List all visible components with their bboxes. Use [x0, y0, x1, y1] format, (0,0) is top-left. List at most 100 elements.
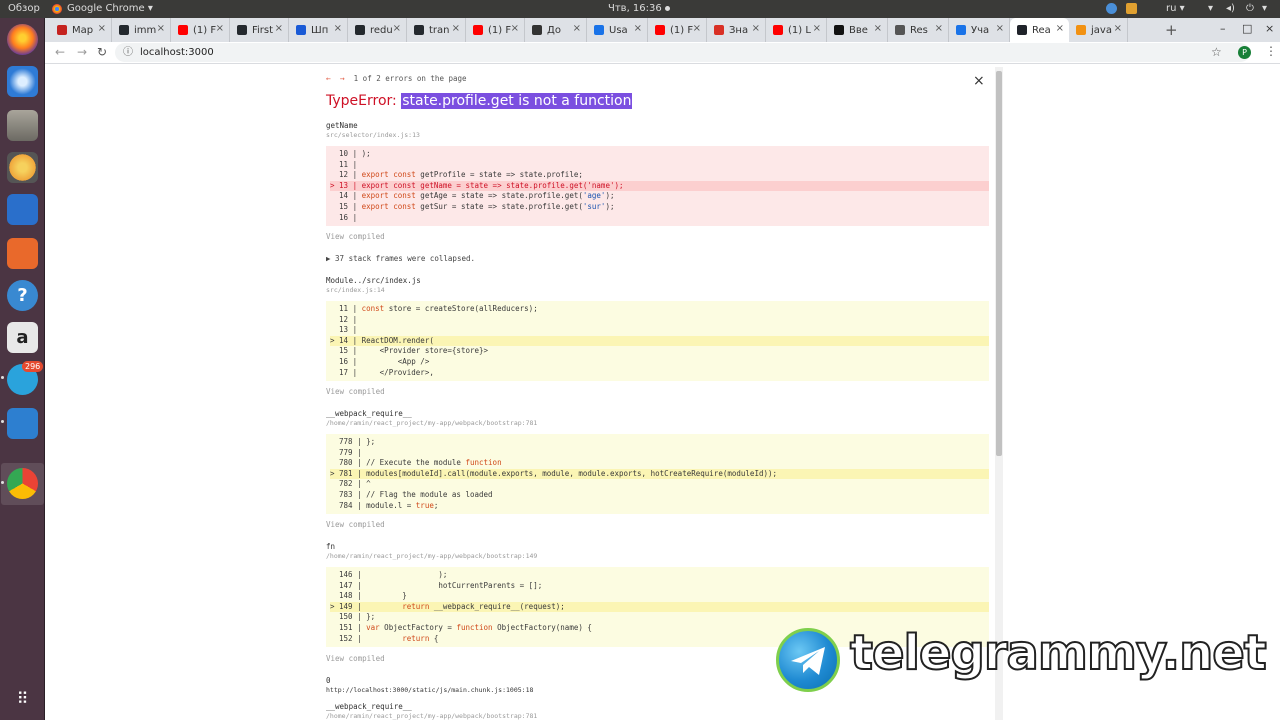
browser-tab[interactable]: Вве ×: [827, 18, 888, 42]
stack-frame-file[interactable]: src/selector/index.js:13: [326, 131, 420, 139]
stack-frame-file[interactable]: /home/ramin/react_project/my-app/webpack…: [326, 712, 537, 720]
close-tab-icon[interactable]: ×: [216, 23, 224, 34]
telegram-unread-badge: 296: [22, 361, 44, 372]
browser-tab[interactable]: Уча ×: [949, 18, 1010, 42]
close-tab-icon[interactable]: ×: [1056, 23, 1064, 34]
close-tab-icon[interactable]: ×: [752, 23, 760, 34]
tab-label: java: [1091, 24, 1112, 36]
libreoffice-writer-icon[interactable]: [7, 194, 38, 225]
code-line: 16 | <App />: [330, 356, 430, 366]
amazon-icon[interactable]: a: [7, 322, 38, 353]
close-tab-icon[interactable]: ×: [393, 23, 401, 34]
browser-tab[interactable]: Usa ×: [587, 18, 648, 42]
browser-tab[interactable]: (1) F ×: [648, 18, 707, 42]
view-compiled-link[interactable]: View compiled: [326, 232, 385, 241]
browser-tab[interactable]: java ×: [1069, 18, 1128, 42]
stack-frame-file[interactable]: http://localhost:3000/static/js/main.chu…: [326, 686, 533, 694]
chrome-menu-icon[interactable]: ⋮: [1265, 44, 1277, 58]
close-tab-icon[interactable]: ×: [573, 23, 581, 34]
code-line: 784 | module.l = true;: [330, 500, 439, 510]
new-tab-button[interactable]: +: [1165, 21, 1178, 39]
stack-frame-file[interactable]: /home/ramin/react_project/my-app/webpack…: [326, 552, 537, 560]
maximize-button[interactable]: □: [1242, 22, 1252, 35]
close-tab-icon[interactable]: ×: [634, 23, 642, 34]
browser-tab[interactable]: Зна ×: [707, 18, 766, 42]
info-icon[interactable]: ⓘ: [123, 43, 133, 62]
keyboard-layout[interactable]: ru ▾: [1166, 3, 1185, 14]
app-grid-icon[interactable]: ⠿: [7, 683, 38, 714]
network-status-icon[interactable]: [1106, 3, 1117, 14]
next-error-button[interactable]: →: [340, 74, 345, 83]
close-tab-icon[interactable]: ×: [334, 23, 342, 34]
chrome-icon[interactable]: [7, 468, 38, 499]
vscode-icon[interactable]: [7, 408, 38, 439]
close-tab-icon[interactable]: ×: [693, 23, 701, 34]
vpn-indicator-icon[interactable]: [1126, 3, 1137, 14]
software-center-icon[interactable]: [7, 238, 38, 269]
browser-tab[interactable]: tran ×: [407, 18, 466, 42]
tab-label: До: [547, 24, 561, 36]
close-tab-icon[interactable]: ×: [275, 23, 283, 34]
close-tab-icon[interactable]: ×: [935, 23, 943, 34]
tab-favicon-icon: [57, 25, 67, 35]
activities-button[interactable]: Обзор: [8, 3, 40, 14]
profile-avatar[interactable]: P: [1238, 46, 1251, 59]
close-tab-icon[interactable]: ×: [996, 23, 1004, 34]
prev-error-button[interactable]: ←: [326, 74, 331, 83]
forward-button[interactable]: →: [77, 45, 87, 59]
browser-tab[interactable]: (1) L ×: [766, 18, 827, 42]
tab-favicon-icon: [355, 25, 365, 35]
scrollbar-thumb[interactable]: [996, 71, 1002, 456]
firefox-icon[interactable]: [7, 24, 38, 55]
close-tab-icon[interactable]: ×: [813, 23, 821, 34]
app-menu[interactable]: Google Chrome ▾: [67, 3, 153, 14]
tab-label: Вве: [849, 24, 868, 36]
browser-tab[interactable]: Rea ×: [1010, 18, 1069, 42]
address-bar[interactable]: ⓘ localhost:3000: [115, 43, 1250, 62]
browser-tab[interactable]: До ×: [525, 18, 587, 42]
tab-label: Map: [72, 24, 94, 36]
keyboard-layout-label: ru: [1166, 3, 1177, 14]
thunderbird-icon[interactable]: [7, 66, 38, 97]
back-button[interactable]: ←: [55, 45, 65, 59]
bookmark-star-icon[interactable]: ☆: [1211, 45, 1222, 59]
view-compiled-link[interactable]: View compiled: [326, 654, 385, 663]
collapsed-frames-toggle[interactable]: ▶ 37 stack frames were collapsed.: [326, 254, 475, 263]
view-compiled-link[interactable]: View compiled: [326, 520, 385, 529]
system-menu-chevron-icon[interactable]: ▾: [1262, 3, 1267, 14]
power-icon[interactable]: ⏻: [1246, 3, 1254, 14]
rhythmbox-icon[interactable]: [7, 152, 38, 183]
close-tab-icon[interactable]: ×: [511, 23, 519, 34]
clock[interactable]: Чтв, 16:36: [608, 3, 670, 14]
help-icon[interactable]: ?: [7, 280, 38, 311]
close-tab-icon[interactable]: ×: [874, 23, 882, 34]
code-line: 780 | // Execute the module function: [330, 458, 502, 468]
reload-button[interactable]: ↻: [97, 45, 107, 59]
close-window-button[interactable]: ×: [1265, 22, 1274, 35]
wifi-icon[interactable]: ▾: [1208, 3, 1213, 14]
browser-tab[interactable]: (1) F ×: [466, 18, 525, 42]
minimize-button[interactable]: –: [1220, 22, 1226, 35]
browser-tab[interactable]: Res ×: [888, 18, 949, 42]
close-tab-icon[interactable]: ×: [452, 23, 460, 34]
code-line: 12 | export const getProfile = state => …: [330, 170, 583, 180]
system-top-panel: Обзор Google Chrome ▾ Чтв, 16:36 ru ▾ ▾ …: [0, 0, 1280, 18]
volume-icon[interactable]: ◂): [1226, 3, 1235, 14]
browser-tab[interactable]: (1) F ×: [171, 18, 230, 42]
tab-label: (1) F: [488, 24, 512, 36]
files-icon[interactable]: [7, 110, 38, 141]
browser-tab[interactable]: First ×: [230, 18, 289, 42]
browser-tab[interactable]: Map ×: [50, 18, 112, 42]
close-tab-icon[interactable]: ×: [98, 23, 106, 34]
close-tab-icon[interactable]: ×: [157, 23, 165, 34]
browser-tab[interactable]: redu ×: [348, 18, 407, 42]
close-overlay-button[interactable]: ×: [973, 73, 985, 89]
browser-tab[interactable]: imm ×: [112, 18, 171, 42]
tab-strip: Map × imm × (1) F × First × Шп × redu × tran × (1) F × Д…: [45, 18, 1280, 42]
close-tab-icon[interactable]: ×: [1114, 23, 1122, 34]
stack-frame-file[interactable]: src/index.js:14: [326, 286, 385, 294]
stack-frame-file[interactable]: /home/ramin/react_project/my-app/webpack…: [326, 419, 537, 427]
error-message[interactable]: state.profile.get is not a function: [401, 93, 633, 109]
browser-tab[interactable]: Шп ×: [289, 18, 348, 42]
view-compiled-link[interactable]: View compiled: [326, 387, 385, 396]
